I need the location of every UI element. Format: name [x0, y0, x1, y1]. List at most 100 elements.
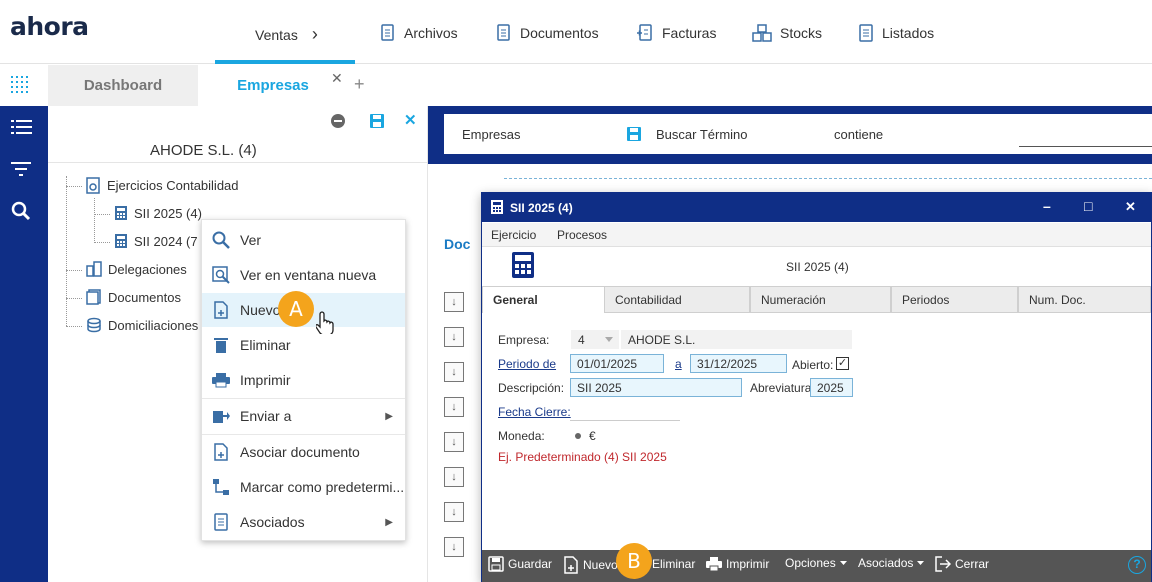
menu-item-label: Ver en ventana nueva [240, 267, 377, 283]
abreviatura-field[interactable]: 2025 [810, 378, 853, 397]
download-icon[interactable]: ↓ [444, 362, 464, 382]
calculator-icon [491, 200, 503, 214]
download-icon[interactable]: ↓ [444, 327, 464, 347]
close-panel-icon[interactable]: ✕ [404, 111, 417, 129]
filter-icon[interactable] [11, 161, 31, 177]
dialog-menubar: Ejercicio Procesos [482, 223, 1151, 247]
nav-item-archivos[interactable]: Archivos [380, 24, 458, 42]
documents-icon [86, 289, 102, 305]
imprimir-button[interactable]: Imprimir [706, 556, 769, 572]
periodo-to-field[interactable]: 31/12/2025 [690, 354, 787, 373]
download-icon[interactable]: ↓ [444, 467, 464, 487]
collapse-icon[interactable] [330, 113, 346, 129]
menu-item-ver-ventana-nueva[interactable]: Ver en ventana nueva [202, 258, 405, 292]
search-input[interactable] [1019, 146, 1152, 147]
nav-item-facturas[interactable]: Facturas [636, 24, 716, 42]
save-icon[interactable] [369, 113, 385, 129]
moneda-value: € [589, 429, 596, 443]
cerrar-button[interactable]: Cerrar [935, 556, 989, 572]
guardar-button[interactable]: Guardar [488, 556, 552, 572]
download-icon[interactable]: ↓ [444, 397, 464, 417]
menu-item-enviar-a[interactable]: Enviar a ▶ [202, 399, 405, 433]
tree-item-delegaciones[interactable]: Delegaciones [86, 261, 187, 277]
asociados-dropdown[interactable]: Asociados [858, 556, 925, 570]
nav-item-ventas[interactable]: Ventas › [255, 24, 318, 45]
filter-operator[interactable]: contiene [834, 127, 883, 142]
tab-numeracion[interactable]: Numeración [750, 286, 891, 313]
search-term-label[interactable]: Buscar Término [656, 127, 748, 142]
tree-item-documentos[interactable]: Documentos [86, 289, 181, 305]
close-tab-icon[interactable]: ✕ [331, 70, 343, 87]
boxes-icon [752, 24, 772, 42]
fecha-cierre-link[interactable]: Fecha Cierre: [498, 405, 571, 419]
download-icon[interactable]: ↓ [444, 292, 464, 312]
fecha-cierre-field[interactable] [570, 420, 680, 421]
caret-down-icon [839, 561, 847, 565]
minimize-icon[interactable]: – [1043, 198, 1051, 214]
tab-general[interactable]: General [482, 286, 605, 313]
close-icon[interactable]: ✕ [1125, 199, 1136, 215]
menu-ejercicio[interactable]: Ejercicio [491, 228, 536, 242]
menu-item-eliminar[interactable]: Eliminar [202, 328, 405, 362]
new-document-icon [212, 301, 230, 319]
asociados-label: Asociados [858, 556, 914, 570]
tree-item-sii-2025[interactable]: SII 2025 (4) [114, 205, 202, 221]
divider [48, 162, 428, 163]
list-icon[interactable] [11, 119, 33, 135]
printer-icon [212, 371, 230, 389]
periodo-to-link[interactable]: a [675, 357, 682, 371]
download-icon[interactable]: ↓ [444, 537, 464, 557]
abierto-checkbox[interactable]: ✓ [836, 357, 849, 370]
search-icon[interactable] [11, 201, 31, 221]
printer-icon [706, 556, 722, 572]
trash-icon [212, 336, 230, 354]
filter-entity[interactable]: Empresas [462, 127, 521, 142]
opciones-dropdown[interactable]: Opciones [785, 556, 847, 570]
menu-item-asociar-documento[interactable]: Asociar documento [202, 435, 405, 469]
tree-item-label: Documentos [108, 289, 181, 305]
tab-dashboard[interactable]: Dashboard [48, 65, 198, 106]
tab-contabilidad[interactable]: Contabilidad [604, 286, 750, 313]
download-icon[interactable]: ↓ [444, 502, 464, 522]
tab-empresas[interactable]: Empresas [198, 65, 348, 106]
periodo-link[interactable]: Periodo de [498, 357, 556, 371]
tree-item-domiciliaciones[interactable]: Domiciliaciones [86, 317, 198, 333]
nav-item-documentos[interactable]: Documentos [496, 24, 599, 42]
dialog-titlebar[interactable]: SII 2025 (4) – □ ✕ [481, 192, 1152, 222]
menu-item-label: Enviar a [240, 408, 292, 424]
invoice-icon [636, 24, 654, 42]
calculator-icon [512, 252, 534, 278]
tree-connector [66, 270, 82, 271]
empresa-name-field: AHODE S.L. [621, 330, 852, 349]
maximize-icon[interactable]: □ [1084, 198, 1092, 214]
tree-item-ejercicios[interactable]: Ejercicios Contabilidad [86, 177, 239, 194]
menu-item-asociados[interactable]: Asociados ▶ [202, 505, 405, 539]
nav-item-label: Archivos [404, 25, 458, 41]
nav-item-stocks[interactable]: Stocks [752, 24, 822, 42]
menu-item-ver[interactable]: Ver [202, 223, 405, 257]
abierto-label: Abierto: [792, 358, 834, 372]
badge-b: B [616, 543, 652, 579]
guardar-label: Guardar [508, 557, 553, 571]
apps-grid-icon[interactable] [10, 75, 30, 95]
add-tab-icon[interactable]: + [354, 74, 365, 95]
nav-item-label: Listados [882, 25, 935, 41]
nuevo-button[interactable]: Nuevo [563, 556, 618, 574]
menu-item-marcar-predeterminado[interactable]: Marcar como predetermi... [202, 470, 405, 504]
download-icon[interactable]: ↓ [444, 432, 464, 452]
column-header-doc[interactable]: Doc [444, 236, 470, 252]
help-icon[interactable]: ? [1128, 556, 1146, 574]
periodo-from-field[interactable]: 01/01/2025 [570, 354, 664, 373]
tab-num-doc[interactable]: Num. Doc. [1018, 286, 1151, 313]
descripcion-field[interactable]: SII 2025 [570, 378, 742, 397]
tab-periodos[interactable]: Periodos [891, 286, 1018, 313]
menu-procesos[interactable]: Procesos [557, 228, 607, 242]
empresa-code-select[interactable]: 4 [571, 330, 619, 349]
attach-document-icon [212, 443, 230, 461]
tree-item-sii-2024[interactable]: SII 2024 (7 [114, 233, 198, 249]
save-icon[interactable] [626, 126, 642, 142]
sidebar [0, 106, 48, 582]
nav-item-listados[interactable]: Listados [858, 24, 934, 42]
menu-item-imprimir[interactable]: Imprimir [202, 363, 405, 397]
coins-icon [86, 317, 102, 333]
